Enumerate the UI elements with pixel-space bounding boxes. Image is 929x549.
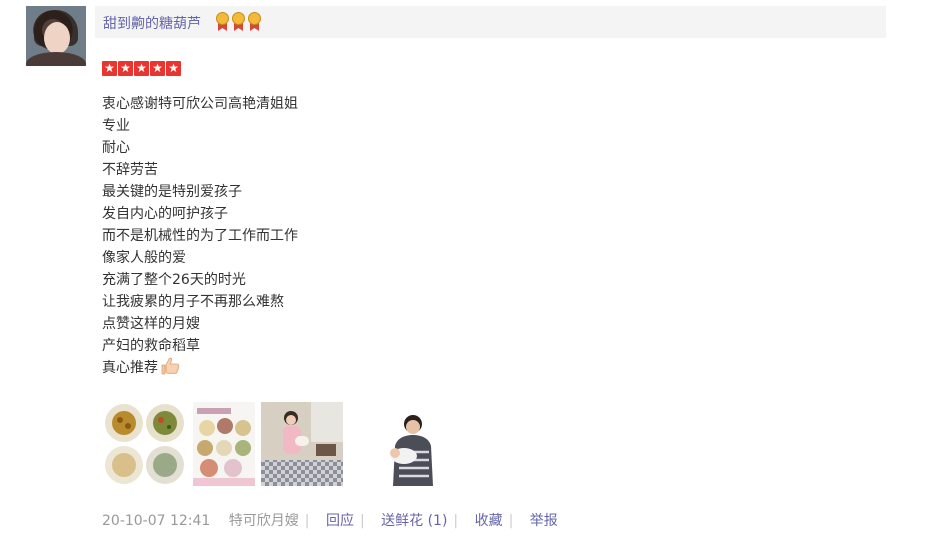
review-line: 点赞这样的月嫂	[102, 316, 200, 332]
user-name-bar: 甜到齁的糖葫芦	[95, 6, 886, 38]
meal-plates-image	[193, 402, 255, 486]
star-icon: ★	[118, 61, 133, 76]
separator: |	[508, 513, 514, 529]
photo-thumbnail-nanny-2[interactable]	[349, 402, 462, 486]
review-line: 而不是机械性的为了工作而工作	[102, 228, 298, 244]
reply-link[interactable]: 回应	[326, 513, 354, 529]
star-icon: ★	[150, 61, 165, 76]
review-line: 充满了整个26天的时光	[102, 272, 246, 288]
user-name-link[interactable]: 甜到齁的糖葫芦	[103, 13, 201, 33]
review-line: 衷心感谢特可欣公司高艳清姐姐	[102, 96, 298, 112]
review-line: 不辞劳苦	[102, 162, 158, 178]
separator: |	[453, 513, 459, 529]
avatar[interactable]	[26, 6, 86, 66]
star-icon: ★	[166, 61, 181, 76]
separator: |	[304, 513, 310, 529]
avatar-face	[44, 22, 70, 54]
review-line: 发自内心的呵护孩子	[102, 206, 228, 222]
rating-stars: ★ ★ ★ ★ ★	[102, 61, 181, 76]
send-flowers-link[interactable]: 送鲜花 (1)	[381, 513, 447, 529]
post-datetime: 20-10-07 12:41	[102, 513, 211, 529]
review-line: 像家人般的爱	[102, 250, 186, 266]
review-line: 专业	[102, 118, 130, 134]
post-source: 特可欣月嫂	[228, 513, 299, 529]
thumbs-up-icon	[161, 357, 180, 375]
medal-group	[215, 12, 262, 31]
separator: |	[359, 513, 365, 529]
medal-icon[interactable]	[247, 12, 262, 31]
nanny-holding-baby-image	[261, 402, 343, 486]
review-line-last: 真心推荐	[102, 357, 298, 379]
favorite-link[interactable]: 收藏	[475, 513, 503, 529]
star-icon: ★	[102, 61, 117, 76]
review-line: 产妇的救命稻草	[102, 338, 200, 354]
review-line: 耐心	[102, 140, 130, 156]
photo-thumbnail-food-2[interactable]	[193, 402, 255, 486]
photo-thumbnail-nanny-1[interactable]	[261, 402, 343, 486]
star-icon: ★	[134, 61, 149, 76]
review-line: 让我疲累的月子不再那么难熬	[102, 294, 284, 310]
review-footer: 20-10-07 12:41 特可欣月嫂 | 回应 | 送鲜花 (1) | 收藏 | 举…	[102, 510, 558, 530]
food-dishes-image	[104, 402, 186, 486]
nanny-portrait-image	[349, 402, 462, 486]
medal-icon[interactable]	[215, 12, 230, 31]
avatar-shoulder	[26, 52, 86, 66]
medal-icon[interactable]	[231, 12, 246, 31]
report-link[interactable]: 举报	[530, 513, 558, 529]
review-text: 衷心感谢特可欣公司高艳清姐姐 专业 耐心 不辞劳苦 最关键的是特别爱孩子 发自内…	[102, 93, 298, 379]
photo-thumbnail-food-1[interactable]	[104, 402, 186, 486]
review-line: 最关键的是特别爱孩子	[102, 184, 242, 200]
review-line-text: 真心推荐	[102, 360, 158, 376]
